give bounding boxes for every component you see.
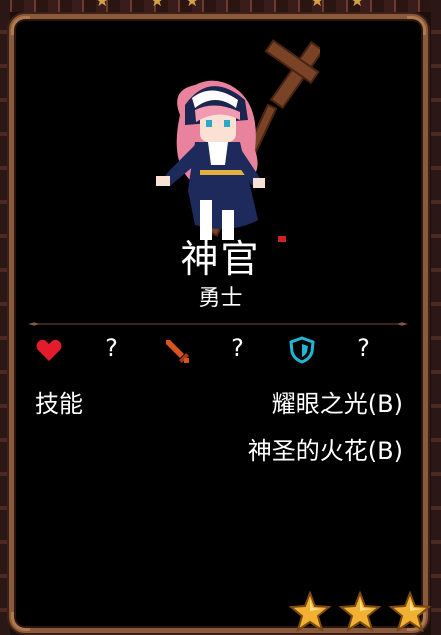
hero-class: 勇士: [198, 286, 243, 311]
heart-icon: [36, 339, 62, 361]
skills-label: 技能: [35, 390, 83, 418]
right-border-strip: [431, 0, 441, 635]
section-divider: [28, 322, 408, 326]
top-border-strip: [0, 0, 441, 12]
frame-corner: [407, 16, 426, 35]
shield-icon: [289, 336, 315, 364]
star-icon: [339, 591, 381, 633]
sword-icon: [166, 340, 189, 363]
top-star-icon: ★: [350, 0, 365, 10]
top-star-icon: ★: [310, 0, 325, 10]
skill-item[interactable]: 耀眼之光(B): [272, 384, 403, 419]
stats-row: ? ? ?: [0, 334, 441, 368]
attack-value: ?: [230, 334, 245, 362]
skill-item[interactable]: 神圣的火花(B): [248, 431, 403, 466]
defense-value: ?: [356, 334, 371, 362]
frame-corner: [11, 612, 30, 631]
health-value: ?: [104, 334, 119, 362]
frame-corner: [11, 16, 30, 35]
star-icon: [289, 591, 331, 633]
star-icon: [389, 591, 431, 633]
hero-portrait: [156, 39, 320, 242]
hero-name: 神官: [180, 237, 261, 281]
top-star-icon: ★: [185, 0, 200, 10]
top-star-icon: ★: [150, 0, 165, 10]
rarity-stars: [289, 591, 439, 633]
top-star-icon: ★: [95, 0, 110, 10]
